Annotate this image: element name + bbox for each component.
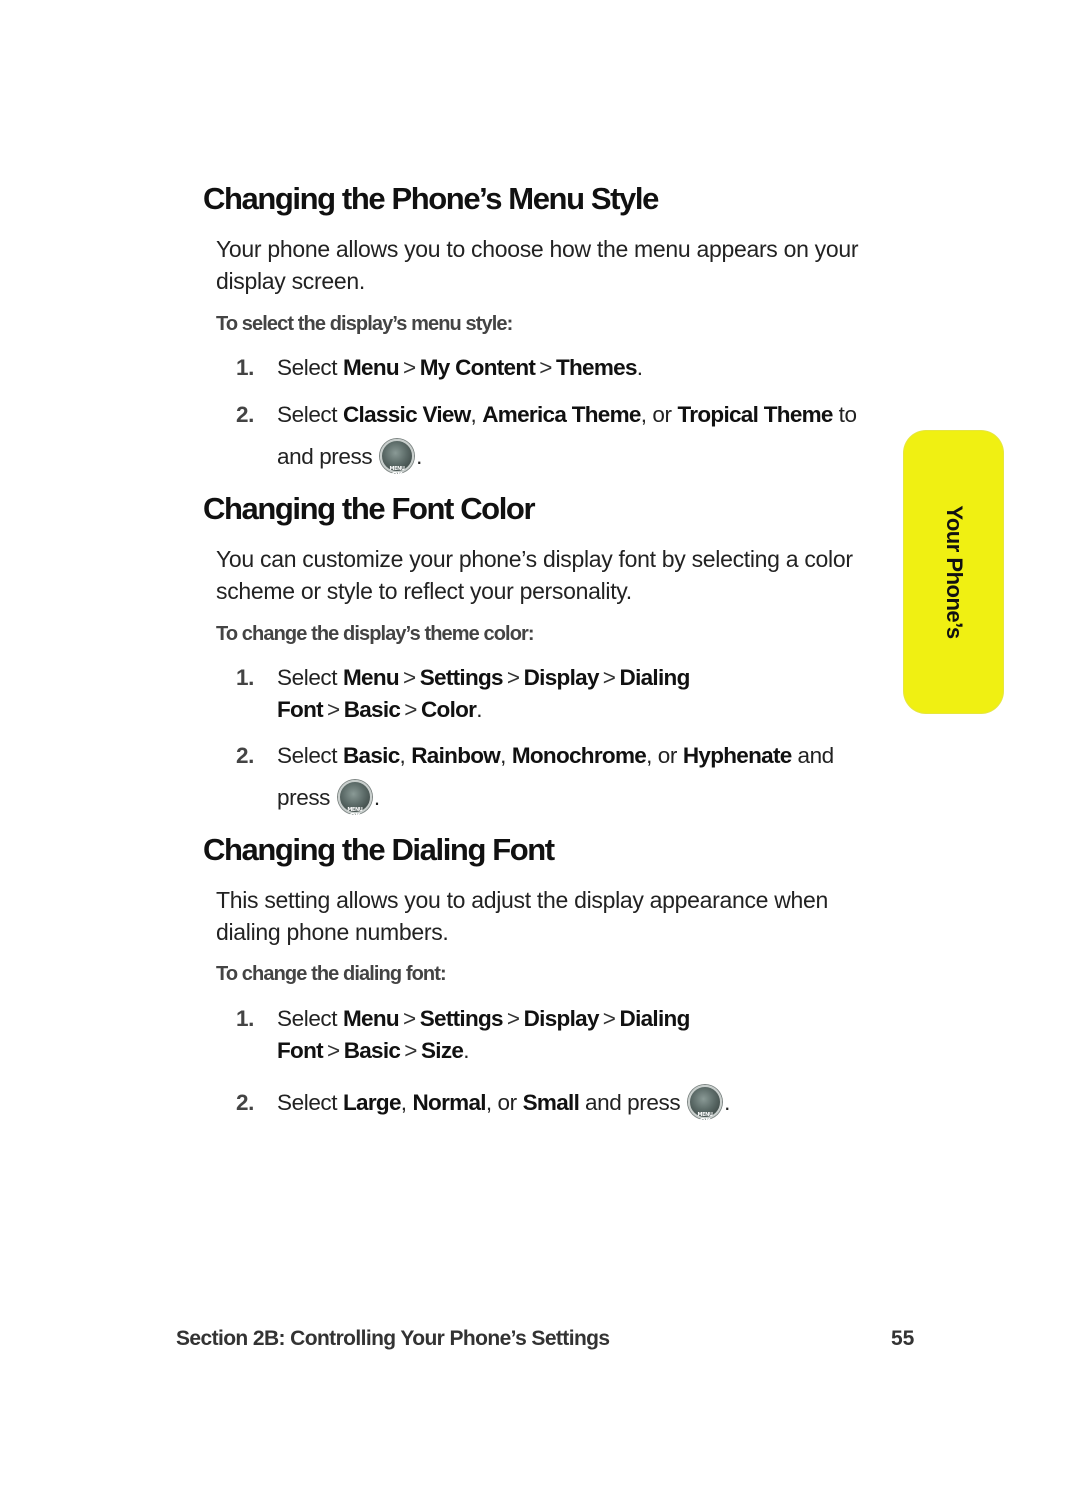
menu-path-item: Color <box>420 697 477 722</box>
option-name: Tropical Theme <box>677 402 834 427</box>
subheading-font-color: To change the display’s theme color: <box>216 623 535 645</box>
option-name: Monochrome <box>511 743 647 768</box>
step-dialing-font-1: 1. Select Menu > Settings > Display > Dialing … <box>236 1003 876 1067</box>
manual-page: Changing the Phone’s Menu Style Your pho… <box>0 0 1080 1512</box>
menu-path-item: Themes <box>555 355 638 380</box>
separator-icon: > <box>506 665 520 690</box>
separator-icon: > <box>506 1006 520 1031</box>
heading-menu-style: Changing the Phone’s Menu Style <box>203 181 659 216</box>
heading-font-color: Changing the Font Color <box>203 491 536 526</box>
step-number: 2. <box>236 1090 254 1115</box>
step-number: 1. <box>236 665 254 690</box>
menu-path-item: Menu <box>343 1006 400 1031</box>
step-menu-style-2: 2. Select Classic View, America Theme, o… <box>236 394 876 479</box>
separator-icon: > <box>602 1006 616 1031</box>
option-name: Classic View <box>343 402 471 427</box>
separator-icon: > <box>602 665 616 690</box>
subheading-menu-style: To select the display’s menu style: <box>216 313 513 335</box>
separator-icon: > <box>402 665 416 690</box>
step-number: 2. <box>236 402 254 427</box>
page-number: 55 <box>891 1327 915 1350</box>
menu-path-item: Settings <box>419 665 504 690</box>
intro-font-color: You can customize your phone’s display f… <box>216 546 853 604</box>
separator-icon: > <box>402 1006 416 1031</box>
step-font-color-2: 2. Select Basic, Rainbow, Monochrome, or… <box>236 735 876 820</box>
step-number: 1. <box>236 355 254 380</box>
option-name: America Theme <box>482 402 641 427</box>
option-name: Basic <box>343 743 400 768</box>
menu-path-item: Basic <box>343 697 401 722</box>
menu-ok-key-icon: MENU OK <box>688 1085 723 1125</box>
step-number: 2. <box>236 743 254 768</box>
step-dialing-font-2: 2. Select Large, Normal, or Small and pr… <box>236 1082 876 1125</box>
menu-path-item: Size <box>420 1038 464 1063</box>
option-name: Large <box>343 1090 401 1115</box>
separator-icon: > <box>326 1038 340 1063</box>
separator-icon: > <box>326 697 340 722</box>
menu-path-item: Display <box>523 1006 600 1031</box>
menu-ok-key-icon: MENU OK <box>380 439 415 479</box>
separator-icon: > <box>539 355 552 380</box>
menu-path-item: My Content <box>419 355 536 380</box>
option-name: Hyphenate <box>682 743 792 768</box>
chapter-side-tab: Your Phone’s <box>904 431 1003 713</box>
step-font-color-1: 1. Select Menu > Settings > Display > Dialing … <box>236 662 876 726</box>
separator-icon: > <box>404 1038 417 1063</box>
chapter-side-tab-label: Your Phone’s <box>941 505 967 639</box>
menu-path-item: Display <box>523 665 600 690</box>
menu-path-item: Settings <box>419 1006 504 1031</box>
subheading-dialing-font: To change the dialing font: <box>216 963 447 985</box>
option-name: Rainbow <box>411 743 501 768</box>
footer-section-title: Section 2B: Controlling Your Phone’s Set… <box>176 1327 610 1350</box>
option-name: Normal <box>412 1090 486 1115</box>
step-menu-style-1: 1. Select Menu > My Content > Themes. <box>236 352 876 384</box>
intro-dialing-font: This setting allows you to adjust the di… <box>216 887 829 945</box>
separator-icon: > <box>404 697 417 722</box>
heading-dialing-font: Changing the Dialing Font <box>203 832 555 867</box>
separator-icon: > <box>402 355 416 380</box>
menu-ok-key-icon: MENU OK <box>337 780 372 820</box>
menu-path-item: Menu <box>343 665 400 690</box>
menu-path-item: Menu <box>343 355 400 380</box>
step-number: 1. <box>236 1006 254 1031</box>
intro-menu-style: Your phone allows you to choose how the … <box>216 236 859 294</box>
option-name: Small <box>522 1090 580 1115</box>
menu-path-item: Basic <box>343 1038 401 1063</box>
